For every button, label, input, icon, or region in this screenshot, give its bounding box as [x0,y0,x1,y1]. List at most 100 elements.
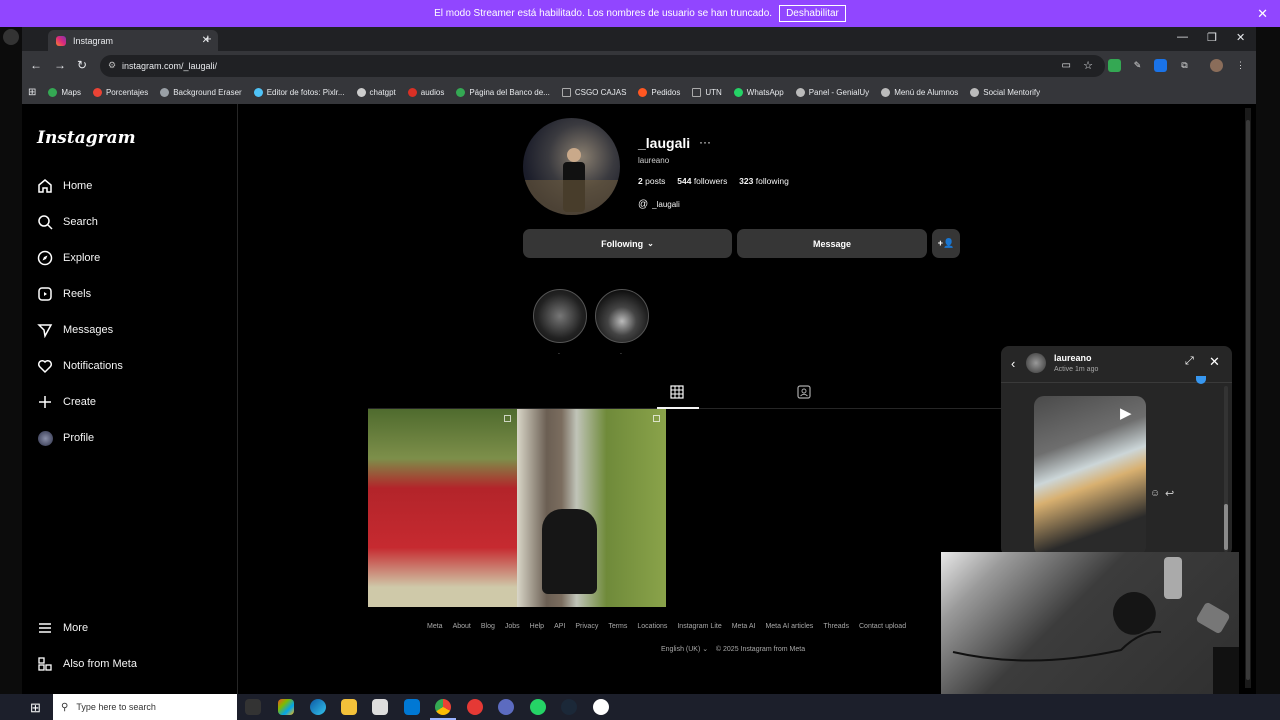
language-select[interactable]: English (UK) [661,646,700,653]
bookmark-item[interactable]: Panel - GenialUy [795,88,869,97]
address-bar[interactable]: ⚙ instagram.com/_laugali/ ▭ ☆ [100,55,1105,77]
bookmark-item[interactable]: Menú de Alumnos [881,88,958,97]
nav-messages[interactable]: Messages [36,318,113,342]
footer-link[interactable]: API [554,623,565,630]
footer-link[interactable]: Contact upload [859,623,906,630]
tab-instagram[interactable]: Instagram ✕ [48,30,218,51]
file-explorer-icon[interactable] [341,699,357,715]
nav-reels[interactable]: Reels [36,282,91,306]
new-tab-icon[interactable]: + [204,31,212,46]
bookmark-star-icon[interactable]: ☆ [1083,59,1093,72]
footer-link[interactable]: Help [530,623,544,630]
nav-also-from-meta[interactable]: Also from Meta [36,652,137,676]
edge-icon[interactable] [310,699,326,715]
restore-icon[interactable]: ❐ [1207,31,1217,44]
store-icon[interactable] [372,699,388,715]
whatsapp-icon[interactable] [530,699,546,715]
message-button[interactable]: Message [737,229,927,258]
browser-menu-icon[interactable]: ⋮ [1234,59,1247,72]
obs-icon[interactable] [593,699,609,715]
chrome-icon[interactable] [435,699,451,715]
footer-link[interactable]: Privacy [575,623,598,630]
mail-icon[interactable] [404,699,420,715]
nav-notifications[interactable]: Notifications [36,354,123,378]
expand-icon[interactable]: ⤢ [1185,355,1194,368]
scrollbar-thumb[interactable] [1246,120,1250,680]
minimize-icon[interactable]: — [1177,31,1188,43]
nav-search[interactable]: Search [36,210,98,234]
extension-blue-icon[interactable] [1154,59,1167,72]
chrome-profile-icon[interactable] [498,699,514,715]
bookmark-item[interactable]: chatgpt [356,88,396,97]
task-view-icon[interactable] [245,699,261,715]
posts-grid-icon[interactable] [670,385,684,404]
bookmark-item[interactable]: audios [407,88,444,97]
footer-link[interactable]: Instagram Lite [677,623,721,630]
extension-pen-icon[interactable]: ✎ [1131,59,1144,72]
bookmark-item[interactable]: Editor de fotos: Pixlr... [253,88,345,97]
cast-icon[interactable]: ▭ [1062,60,1071,71]
close-icon[interactable]: ✕ [1257,6,1268,22]
tagged-icon[interactable] [797,385,811,404]
browser-profile-avatar[interactable] [1210,59,1223,72]
reply-icon[interactable]: ↩ [1165,487,1174,500]
chrome-red-icon[interactable] [467,699,483,715]
bookmark-item[interactable]: Página del Banco de... [456,88,550,97]
footer-link[interactable]: Locations [637,623,667,630]
post-thumbnail[interactable] [517,409,666,607]
followers-count[interactable]: 544 [677,176,691,186]
back-icon[interactable]: ← [30,58,42,72]
story-highlight[interactable] [533,289,587,343]
footer-link[interactable]: Terms [608,623,627,630]
nav-more[interactable]: More [36,616,88,640]
story-highlight[interactable] [595,289,649,343]
nav-create[interactable]: Create [36,390,96,414]
footer-link[interactable]: Meta [427,623,443,630]
nav-explore[interactable]: Explore [36,246,100,270]
bookmark-item[interactable]: Pedidos [638,88,680,97]
footer-link[interactable]: Threads [823,623,849,630]
page-scrollbar[interactable] [1245,108,1251,688]
back-icon[interactable]: ‹ [1011,356,1015,371]
bookmark-item[interactable]: Social Mentorify [970,88,1040,97]
nav-profile[interactable]: Profile [36,426,94,450]
extensions-puzzle-icon[interactable]: ⧉ [1178,59,1191,72]
close-icon[interactable]: ✕ [1209,354,1220,370]
instagram-logo[interactable]: Instagram [37,128,136,148]
site-info-icon[interactable]: ⚙ [108,60,116,71]
followers-label[interactable]: followers [694,176,728,186]
following-label[interactable]: following [756,176,789,186]
apps-grid-icon[interactable]: ⊞ [28,87,36,98]
extension-sheets-icon[interactable] [1108,59,1121,72]
copilot-icon[interactable] [278,699,294,715]
windows-start-icon[interactable]: ⊞ [30,700,41,716]
post-thumbnail[interactable] [368,409,517,607]
video-message[interactable]: ▶ [1034,396,1146,556]
add-user-icon[interactable]: +👤 [932,229,960,258]
chat-scrollbar[interactable] [1224,386,1228,552]
footer-link[interactable]: Blog [481,623,495,630]
footer-link[interactable]: About [453,623,471,630]
more-options-icon[interactable]: ··· [699,135,711,149]
steam-icon[interactable] [561,699,577,715]
disable-streamer-button[interactable]: Deshabilitar [779,5,846,22]
footer-link[interactable]: Meta AI articles [765,623,813,630]
following-button[interactable]: Following ⌄ [523,229,732,258]
footer-link[interactable]: Meta AI [732,623,756,630]
bookmark-folder[interactable]: CSGO CAJAS [561,88,626,97]
bookmark-item[interactable]: Porcentajes [92,88,148,97]
bookmark-item[interactable]: Background Eraser [160,88,242,97]
chat-avatar[interactable] [1026,353,1046,373]
react-icon[interactable]: ☺ [1150,488,1160,499]
profile-picture[interactable] [523,118,620,215]
scrollbar-thumb[interactable] [1224,504,1228,550]
forward-icon[interactable]: → [54,58,66,72]
reload-icon[interactable]: ↻ [77,58,87,72]
bookmark-item[interactable]: Maps [48,88,81,97]
footer-link[interactable]: Jobs [505,623,520,630]
bookmark-item[interactable]: WhatsApp [733,88,784,97]
play-icon[interactable]: ▶ [1120,404,1132,422]
taskbar-search[interactable]: ⚲ Type here to search [53,694,237,720]
close-window-icon[interactable]: ✕ [1236,31,1245,44]
nav-home[interactable]: Home [36,174,92,198]
